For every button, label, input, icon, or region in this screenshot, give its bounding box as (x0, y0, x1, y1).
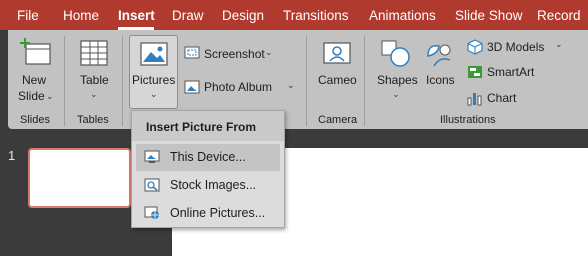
menu-item-label: Online Pictures... (170, 206, 266, 220)
tab-record[interactable]: Record (537, 8, 581, 23)
3d-models-label: 3D Models (487, 40, 545, 54)
chevron-down-icon: ⌄ (150, 89, 158, 99)
tab-design[interactable]: Design (222, 8, 264, 23)
smartart-icon (468, 66, 482, 78)
group-label-tables: Tables (77, 114, 109, 126)
pictures-label: Pictures (132, 73, 176, 87)
pictures-icon (140, 42, 168, 66)
chart-icon (467, 93, 482, 106)
group-separator (122, 36, 123, 126)
online-pictures-icon (144, 206, 159, 219)
group-separator (64, 36, 65, 126)
table-icon (80, 40, 108, 66)
tab-transitions[interactable]: Transitions (283, 8, 349, 23)
chevron-down-icon: ⌄ (46, 91, 54, 101)
chart-label: Chart (487, 91, 517, 105)
table-label: Table (80, 73, 109, 87)
smartart-label: SmartArt (487, 65, 535, 79)
group-separator (364, 36, 365, 126)
tab-draw[interactable]: Draw (172, 8, 204, 23)
dropdown-header: Insert Picture From (132, 111, 284, 141)
new-slide-icon (20, 38, 51, 65)
menu-item-label: This Device... (170, 150, 246, 164)
slide-number: 1 (8, 148, 16, 163)
menu-item-online-pictures[interactable]: Online Pictures... (136, 200, 280, 227)
chevron-down-icon: ⌄ (265, 47, 273, 57)
group-separator (306, 36, 307, 126)
group-label-slides: Slides (20, 114, 50, 126)
icons-icon (427, 44, 451, 67)
tab-insert[interactable]: Insert (118, 8, 155, 23)
new-slide-label-2: Slide (18, 89, 45, 103)
slide-thumbnail[interactable] (28, 148, 131, 208)
menu-bar: File Home Insert Draw Design Transitions… (0, 0, 588, 30)
menu-item-label: Stock Images... (170, 178, 257, 192)
group-label-camera: Camera (318, 114, 358, 126)
device-picture-icon (144, 150, 160, 163)
new-slide-label-1: New (22, 73, 47, 87)
screenshot-icon (184, 46, 200, 59)
menu-item-stock-images[interactable]: Stock Images... (136, 172, 280, 199)
cameo-icon (323, 42, 351, 64)
insert-picture-dropdown: Insert Picture From This Device... Stock… (131, 110, 285, 228)
tab-file[interactable]: File (17, 8, 39, 23)
chevron-down-icon: ⌄ (555, 39, 563, 49)
shapes-icon (381, 40, 410, 67)
menu-item-this-device[interactable]: This Device... (136, 144, 280, 171)
photo-album-icon (184, 80, 200, 94)
screenshot-label: Screenshot (204, 47, 265, 61)
tab-home[interactable]: Home (63, 8, 99, 23)
group-label-illustrations: Illustrations (440, 114, 496, 126)
chevron-down-icon: ⌄ (287, 80, 295, 90)
cameo-label: Cameo (318, 73, 357, 87)
shapes-label: Shapes (377, 73, 418, 87)
photo-album-label: Photo Album (204, 80, 273, 94)
stock-images-icon (144, 178, 160, 192)
icons-label: Icons (426, 73, 455, 87)
chevron-down-icon: ⌄ (90, 89, 98, 99)
tab-animations[interactable]: Animations (369, 8, 436, 23)
3d-models-icon (467, 39, 483, 55)
chevron-down-icon: ⌄ (392, 89, 400, 99)
tab-slide-show[interactable]: Slide Show (455, 8, 523, 23)
